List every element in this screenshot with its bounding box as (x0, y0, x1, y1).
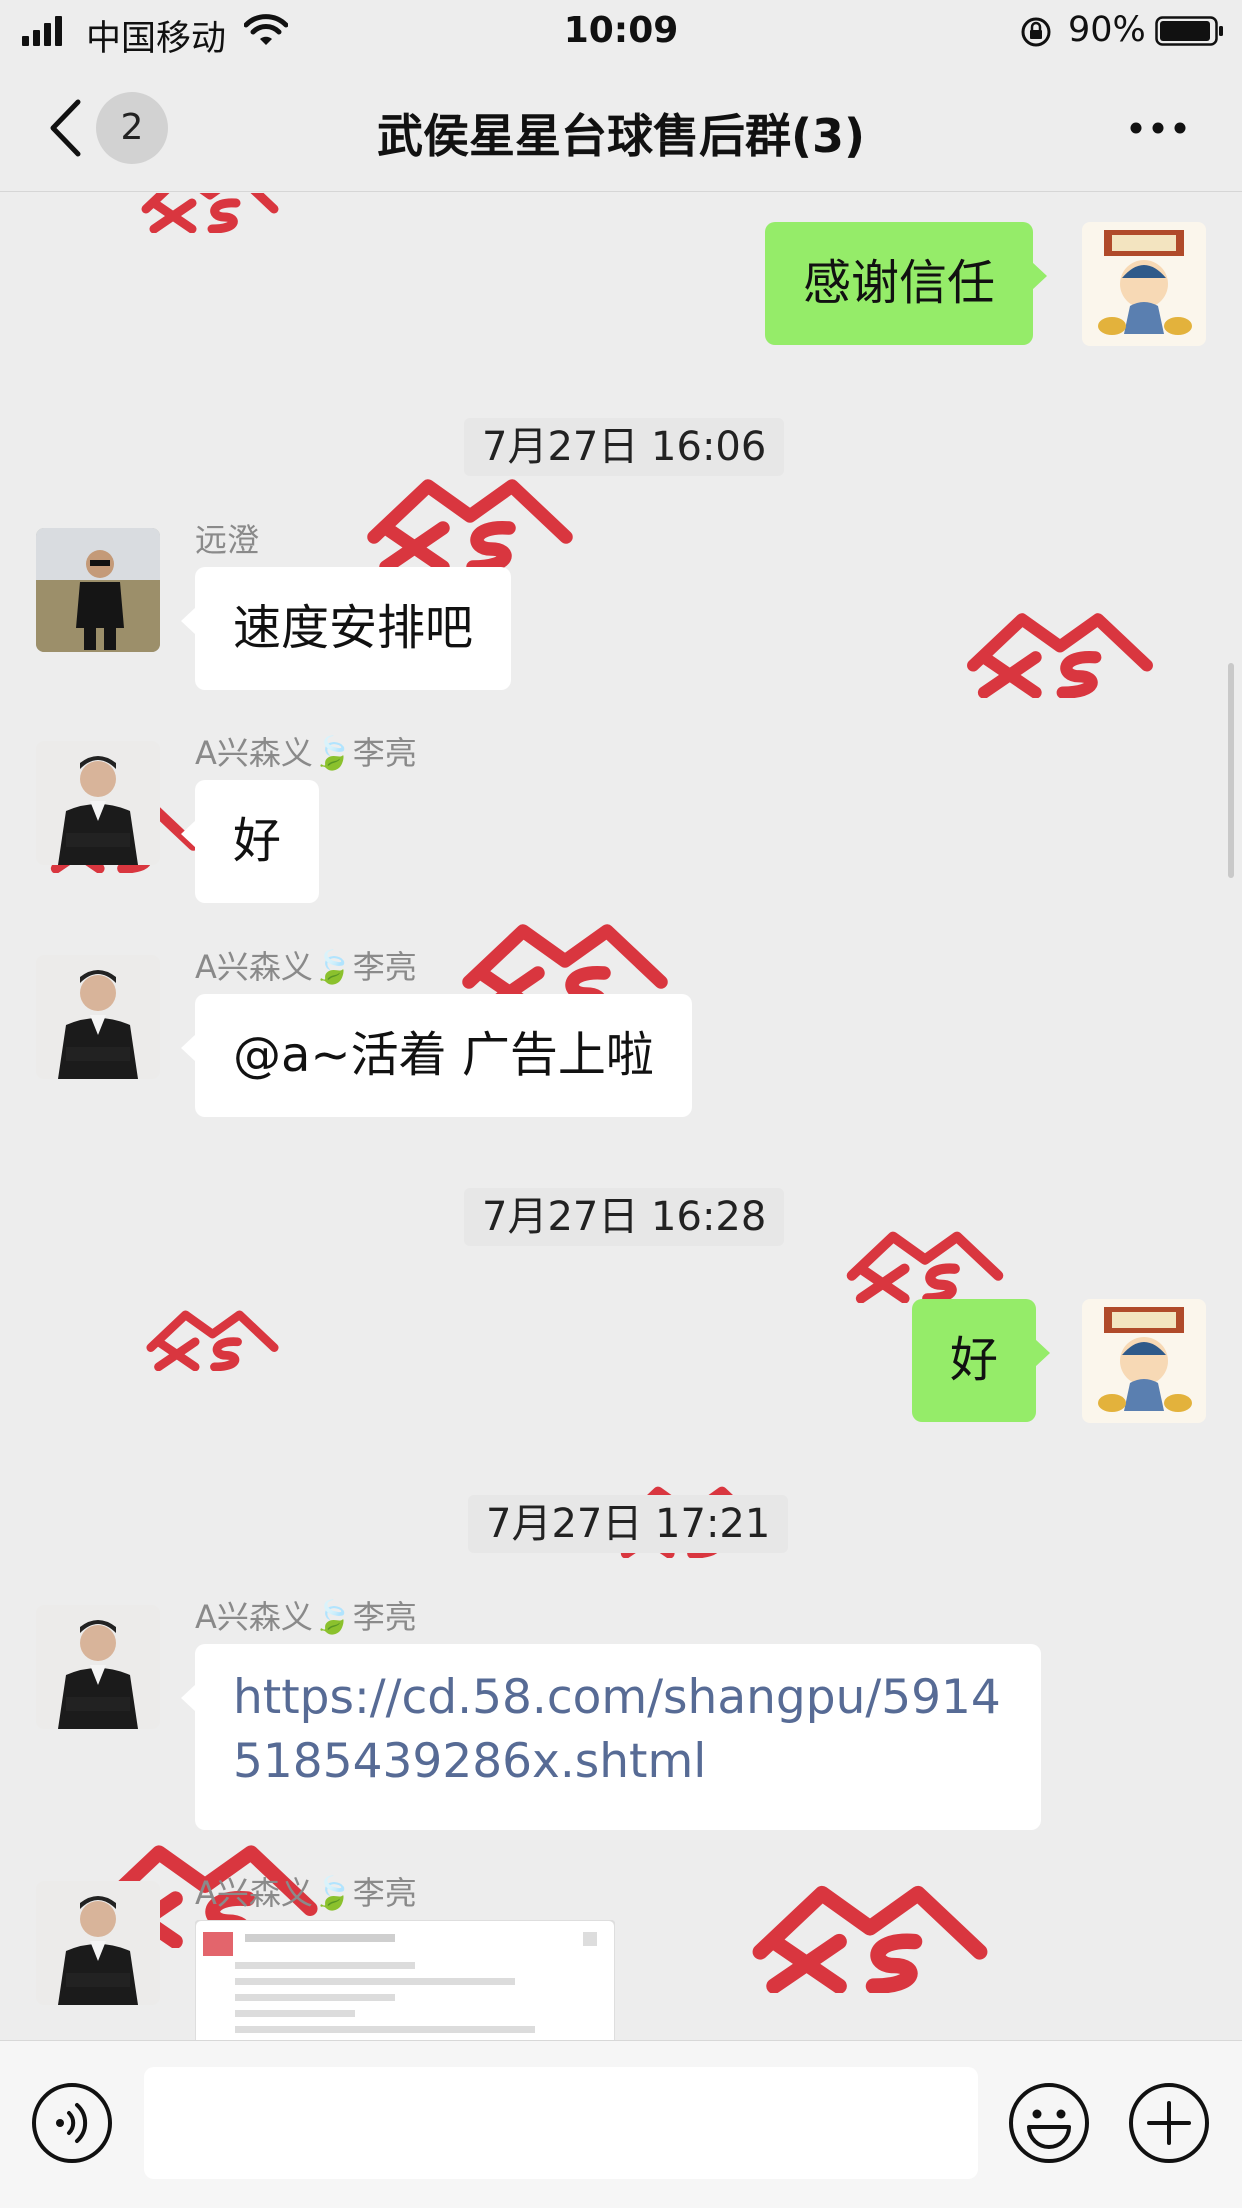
chat-title: 武侯星星台球售后群(3) (376, 109, 866, 163)
message-bubble[interactable]: 好 (180, 780, 320, 903)
xsy-watermark-icon (752, 1885, 988, 1993)
orientation-lock-icon (1021, 17, 1051, 47)
status-bar: 中国移动 10:09 90% (0, 0, 1242, 62)
member-avatar[interactable] (36, 528, 160, 652)
scrollbar[interactable] (1228, 663, 1234, 878)
image-message-thumbnail[interactable] (195, 1920, 615, 2040)
emoji-icon[interactable] (1007, 2081, 1091, 2165)
member-avatar[interactable] (36, 955, 160, 1079)
input-bar (0, 2040, 1242, 2208)
nav-bar: 2 武侯星星台球售后群(3) (0, 62, 1242, 192)
message-bubble[interactable]: https://cd.58.com/shangpu/59145185439286… (181, 1644, 1041, 1830)
self-avatar[interactable] (1082, 222, 1206, 346)
xsy-watermark-icon (967, 613, 1153, 698)
message-bubble[interactable]: 速度安排吧 (180, 567, 512, 690)
sender-name: 远澄 (195, 521, 260, 559)
timestamp: 7月27日 16:06 (464, 418, 785, 476)
message-link[interactable]: https://cd.58.com/shangpu/59145185439286… (233, 1666, 1003, 1794)
xsy-watermark-icon (846, 1231, 1004, 1303)
member-avatar[interactable] (36, 1605, 160, 1729)
battery-percentage: 90% (1068, 10, 1146, 50)
member-avatar[interactable] (36, 741, 160, 865)
timestamp: 7月27日 17:21 (468, 1495, 789, 1553)
message-bubble[interactable]: @a~活着 广告上啦 (181, 994, 692, 1117)
timestamp: 7月27日 16:28 (464, 1188, 785, 1246)
message-bubble-self[interactable]: 好 (912, 1299, 1051, 1422)
message-input[interactable] (144, 2067, 978, 2179)
xsy-watermark-icon (141, 193, 279, 233)
plus-icon[interactable] (1127, 2081, 1211, 2165)
sender-name: A兴森义🍃李亮 (195, 734, 417, 772)
xsy-watermark-icon (146, 1310, 279, 1371)
self-avatar[interactable] (1082, 1299, 1206, 1423)
clock: 10:09 (563, 10, 679, 51)
member-avatar[interactable] (36, 1881, 160, 2005)
message-bubble-self[interactable]: 感谢信任 (765, 222, 1048, 345)
voice-input-icon[interactable] (30, 2081, 114, 2165)
chat-message-list[interactable]: 感谢信任 7月27日 16:06 远澄 速度安排吧 A兴森义🍃李亮 好 A兴森义… (0, 193, 1242, 2040)
xsy-watermark-icon (367, 479, 573, 573)
more-options-icon[interactable] (1128, 118, 1188, 138)
battery-icon (1155, 16, 1223, 46)
sender-name: A兴森义🍃李亮 (195, 1598, 417, 1636)
sender-name: A兴森义🍃李亮 (195, 1874, 417, 1912)
sender-name: A兴森义🍃李亮 (195, 948, 417, 986)
